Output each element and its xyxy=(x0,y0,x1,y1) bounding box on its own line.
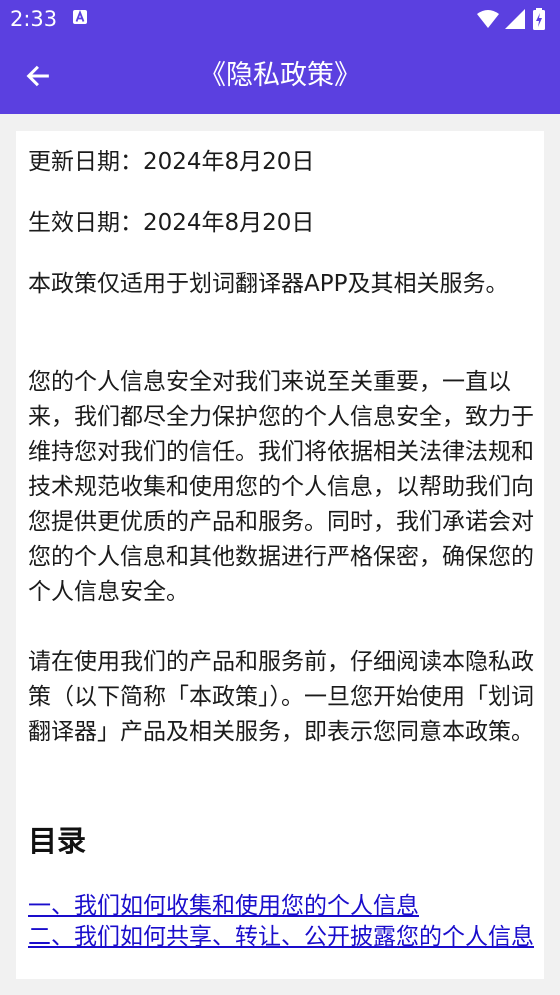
bottom-edge xyxy=(0,979,560,995)
scope-paragraph: 本政策仅适用于划词翻译器APP及其相关服务。 xyxy=(28,271,509,297)
toc-heading: 目录 xyxy=(28,824,87,858)
app-notification-icon xyxy=(73,10,87,24)
intro-paragraph: 您的个人信息安全对我们来说至关重要，一直以来，我们都尽全力保护您的个人信息安全，… xyxy=(28,369,534,605)
toc-link-collect[interactable]: 一、我们如何收集和使用您的个人信息 xyxy=(28,891,534,922)
read-notice-paragraph: 请在使用我们的产品和服务前，仔细阅读本隐私政策（以下简称「本政策」）。一旦您开始… xyxy=(28,649,534,745)
toc-link-share[interactable]: 二、我们如何共享、转让、公开披露您的个人信息 xyxy=(28,922,534,953)
wifi-icon xyxy=(477,10,499,28)
policy-card[interactable]: 更新日期：2024年8月20日 生效日期：2024年8月20日 本政策仅适用于划… xyxy=(16,131,544,979)
battery-icon xyxy=(533,8,545,30)
page-title: 《隐私政策》 xyxy=(199,60,361,91)
arrow-left-icon xyxy=(26,65,49,87)
effective-date: 生效日期：2024年8月20日 xyxy=(28,210,315,236)
update-date: 更新日期：2024年8月20日 xyxy=(28,149,315,175)
app-bar: 《隐私政策》 xyxy=(0,38,560,114)
toc-list: 一、我们如何收集和使用您的个人信息 二、我们如何共享、转让、公开披露您的个人信息 xyxy=(28,891,534,953)
status-time: 2:33 xyxy=(10,7,58,31)
signal-icon xyxy=(505,9,525,29)
back-button[interactable] xyxy=(18,56,58,96)
status-icons xyxy=(476,8,550,30)
status-bar: 2:33 xyxy=(0,0,560,38)
